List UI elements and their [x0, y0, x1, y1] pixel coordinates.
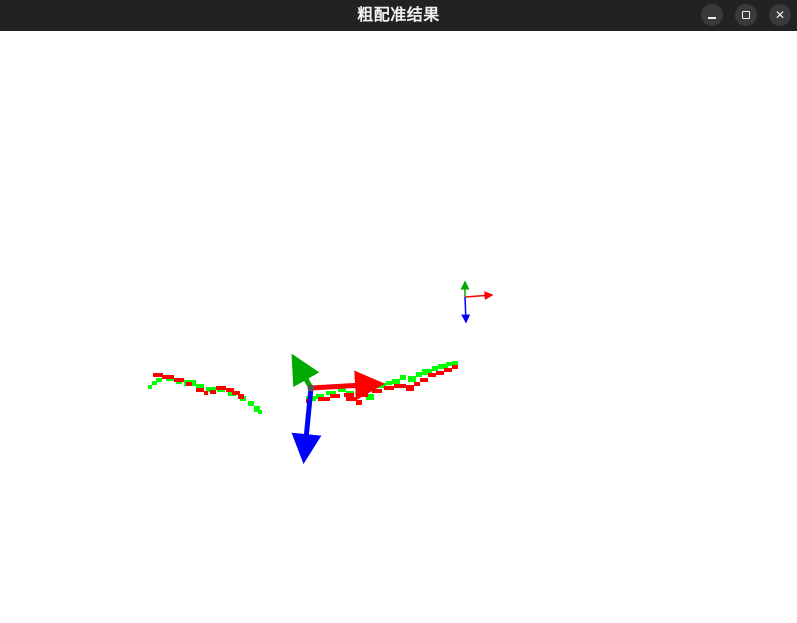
axis-z-small [461, 296, 471, 324]
maximize-icon [742, 11, 750, 19]
point-cloud-canvas[interactable] [0, 31, 797, 623]
axis-x-small [464, 291, 494, 301]
coordinate-frame-small [460, 280, 494, 324]
axis-y-main [291, 353, 320, 390]
window-title: 粗配准结果 [357, 5, 440, 24]
axis-x-main [310, 370, 385, 401]
target-cloud-left [148, 377, 262, 414]
close-icon: ✕ [774, 8, 786, 22]
coordinate-frame-main [291, 353, 385, 464]
axis-z-main [291, 387, 322, 464]
minimize-button[interactable] [701, 4, 723, 26]
titlebar[interactable]: 粗配准结果 ✕ [0, 0, 797, 31]
maximize-button[interactable] [735, 4, 757, 26]
minimize-icon [708, 17, 716, 19]
close-button[interactable]: ✕ [769, 4, 791, 26]
axis-origin-main [307, 384, 315, 392]
app-window: 粗配准结果 ✕ [0, 0, 797, 623]
target-cloud-right [306, 361, 458, 401]
3d-viewport[interactable] [0, 31, 797, 623]
